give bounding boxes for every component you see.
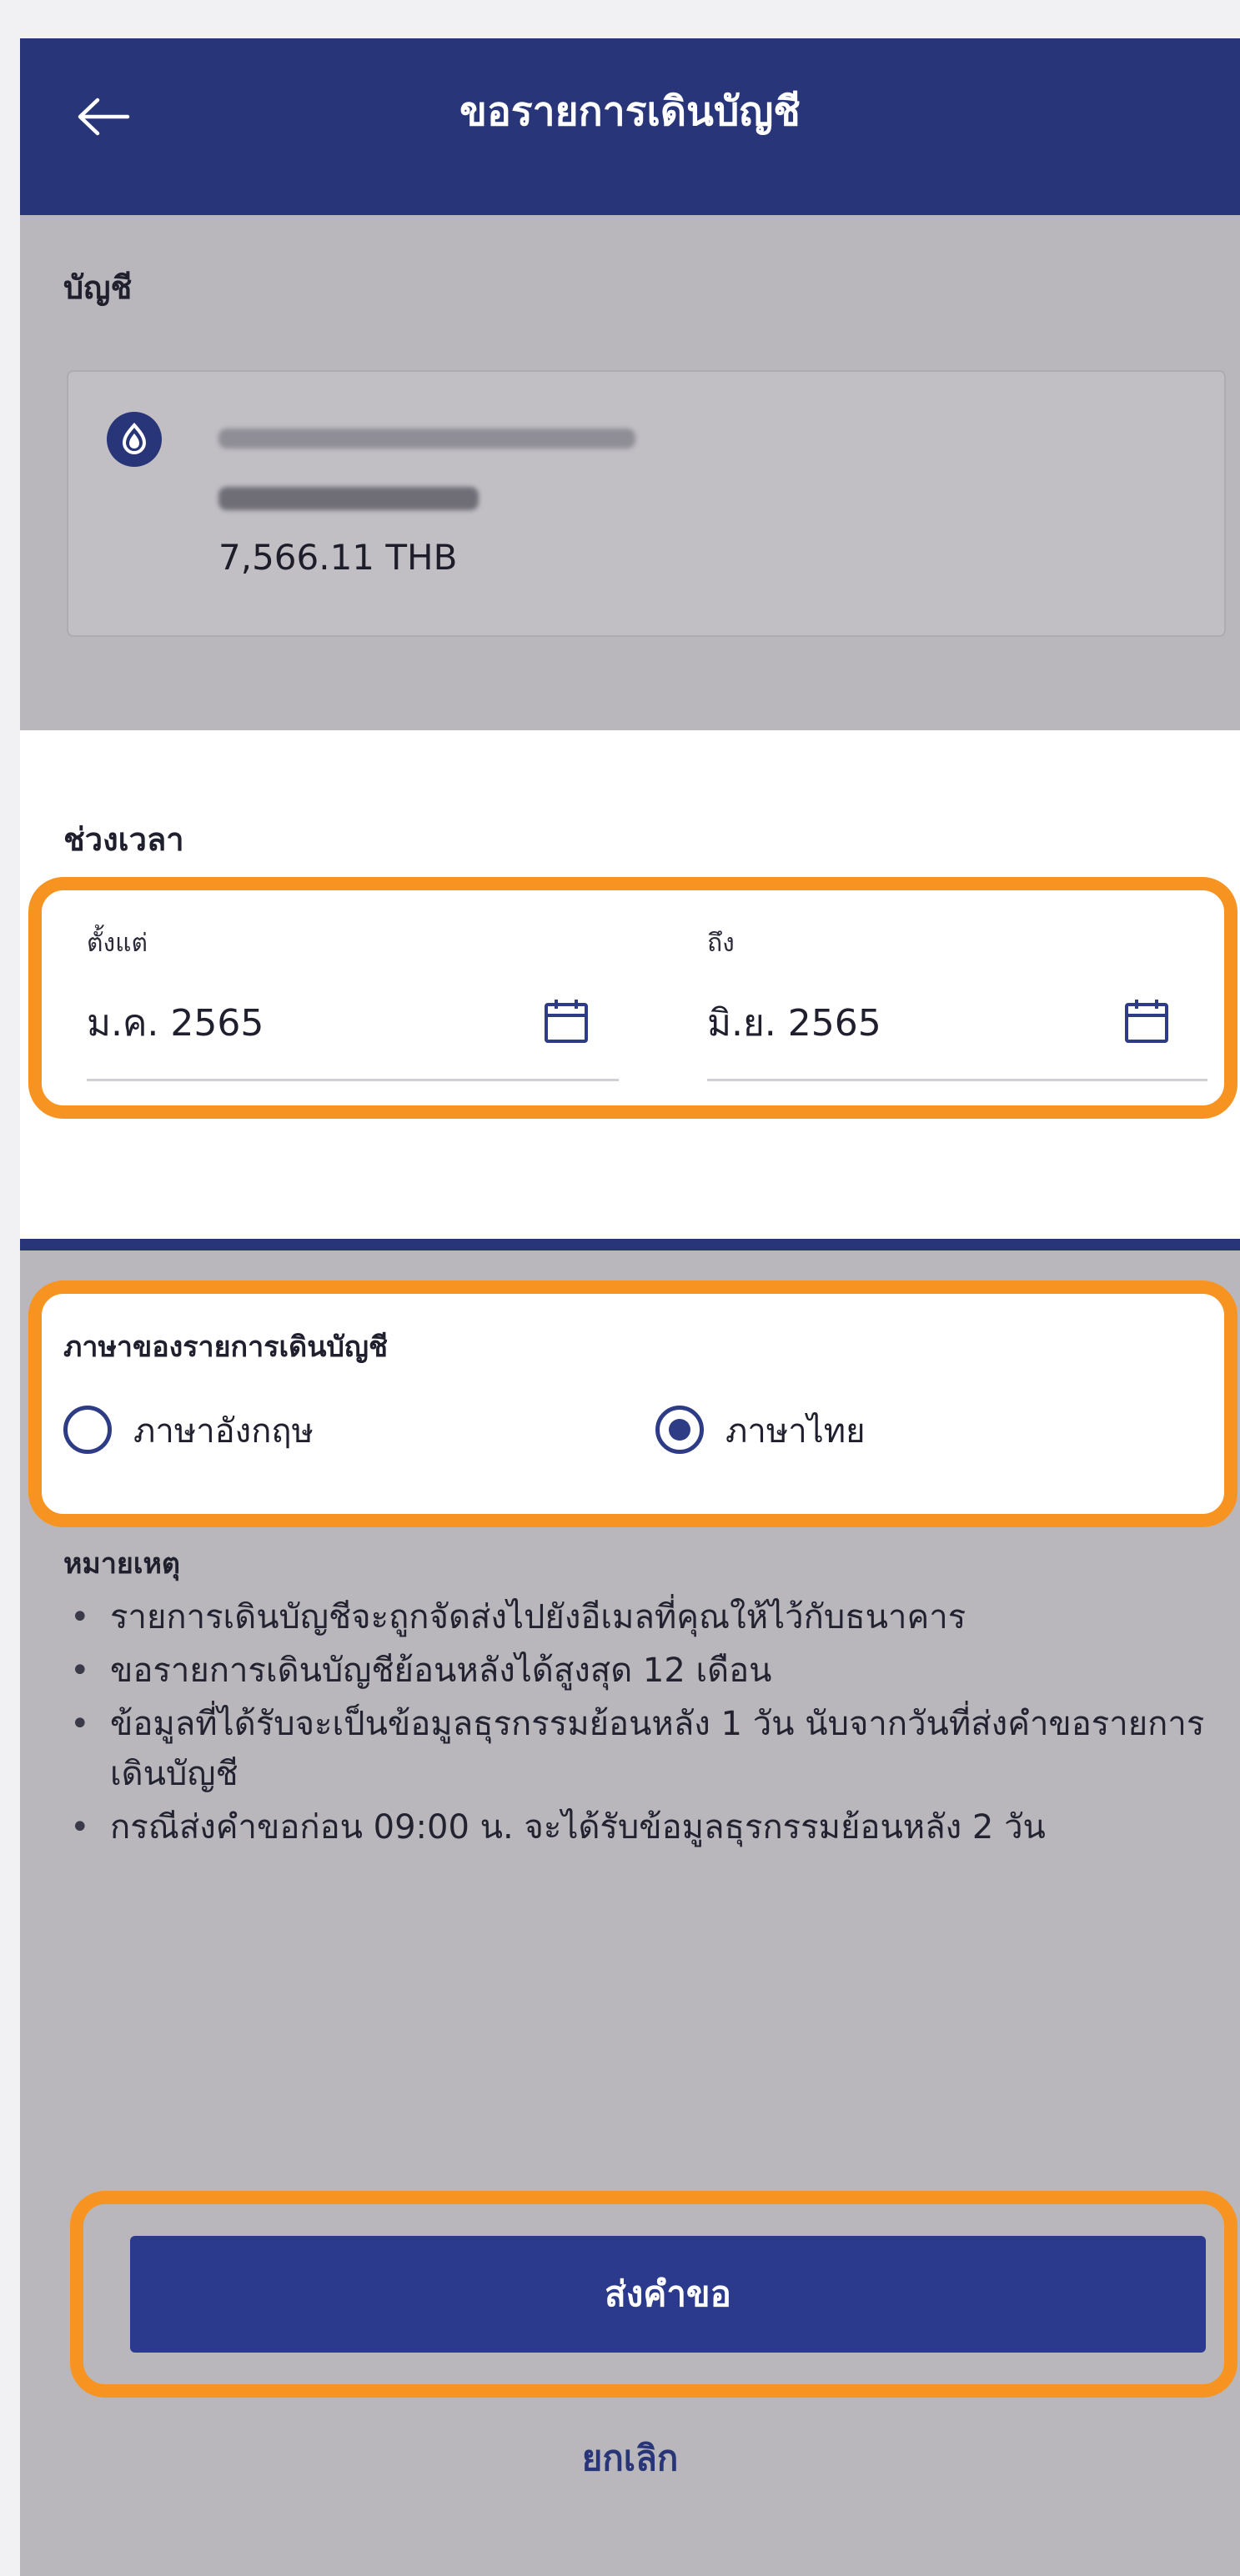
app-header: ขอรายการเดินบัญชี	[20, 38, 1240, 215]
radio-english[interactable]	[63, 1406, 112, 1454]
radio-thai[interactable]	[655, 1406, 704, 1454]
notes-title: หมายเหตุ	[63, 1547, 180, 1581]
submit-request-button[interactable]: ส่งคำขอ	[130, 2236, 1206, 2353]
radio-english-label[interactable]: ภาษาอังกฤษ	[133, 1404, 314, 1457]
page-title: ขอรายการเดินบัญชี	[459, 88, 801, 135]
note-item: ขอรายการเดินบัญชีย้อนหลังได้สูงสุด 12 เด…	[63, 1646, 1214, 1696]
to-label: ถึง	[707, 929, 735, 958]
language-title: ภาษาของรายการเดินบัญชี	[63, 1331, 389, 1364]
period-section-label: ช่วงเวลา	[63, 821, 184, 858]
section-divider	[20, 1239, 1240, 1250]
radio-selected-dot	[669, 1419, 690, 1441]
account-name-hidden	[218, 428, 635, 449]
note-item: ข้อมูลที่ได้รับจะเป็นข้อมูลธุรกรรมย้อนหล…	[63, 1699, 1214, 1799]
cancel-button[interactable]: ยกเลิก	[20, 2431, 1240, 2486]
to-date-underline	[707, 1079, 1207, 1081]
from-date-field[interactable]: ม.ค. 2565	[87, 994, 264, 1052]
account-section-label: บัญชี	[63, 269, 133, 306]
note-item: รายการเดินบัญชีจะถูกจัดส่งไปยังอีเมลที่ค…	[63, 1592, 1214, 1642]
bank-logo-mark	[122, 422, 147, 454]
account-number-hidden	[218, 487, 479, 510]
to-date-field[interactable]: มิ.ย. 2565	[707, 994, 881, 1052]
from-date-underline	[87, 1079, 619, 1081]
from-label: ตั้งแต่	[87, 929, 148, 958]
account-balance: 7,566.11 THB	[218, 537, 458, 578]
radio-thai-label[interactable]: ภาษาไทย	[725, 1404, 866, 1457]
note-item: กรณีส่งคำขอก่อน 09:00 น. จะได้รับข้อมูลธ…	[63, 1802, 1214, 1852]
calendar-icon[interactable]	[1122, 997, 1171, 1045]
bank-logo-icon	[107, 412, 162, 467]
statement-request-screen: ขอรายการเดินบัญชี บัญชี 7,566.11 THB ช่ว…	[20, 38, 1240, 2576]
notes-list: รายการเดินบัญชีจะถูกจัดส่งไปยังอีเมลที่ค…	[63, 1592, 1214, 1856]
calendar-icon[interactable]	[542, 997, 590, 1045]
